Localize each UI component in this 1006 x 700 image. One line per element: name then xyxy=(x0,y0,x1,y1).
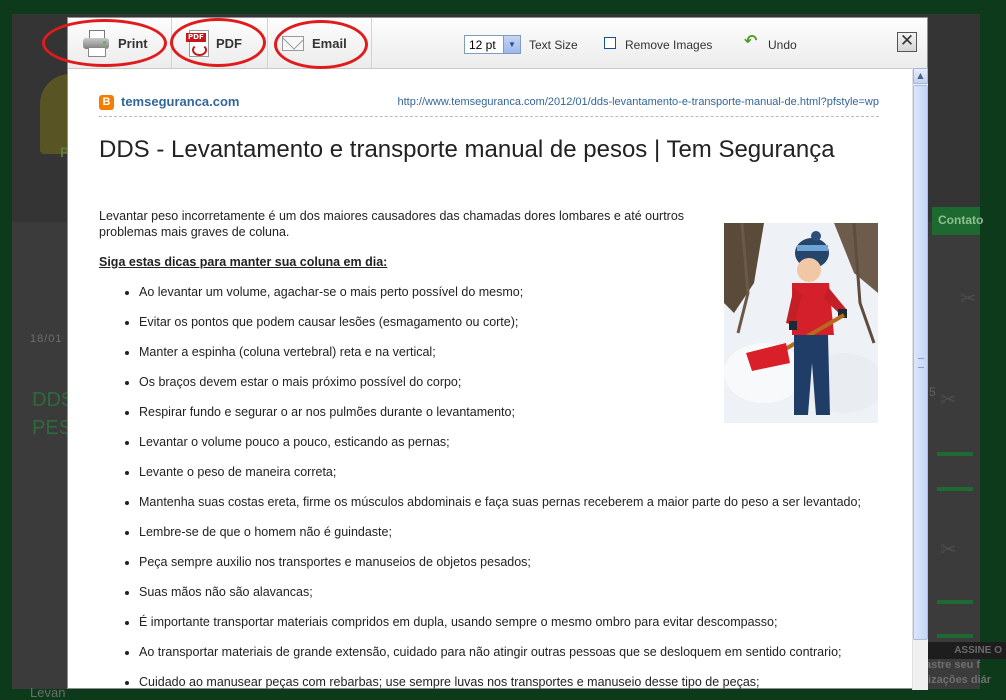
remove-images-checkbox[interactable] xyxy=(604,37,616,49)
blogger-icon: B xyxy=(99,95,114,110)
text-size-label: Text Size xyxy=(529,38,578,52)
list-item: Manter a espinha (coluna vertebral) reta… xyxy=(139,344,879,360)
tools-icon: ✂ xyxy=(960,286,977,310)
pdf-label: PDF xyxy=(216,35,242,51)
undo-label[interactable]: Undo xyxy=(768,38,797,52)
background-nav-label: Contato xyxy=(938,213,984,227)
list-item: Levantar o volume pouco a pouco, estican… xyxy=(139,434,879,450)
text-size-value: 12 pt xyxy=(469,38,496,52)
list-item: Ao levantar um volume, agachar-se o mais… xyxy=(139,284,879,300)
background-nav-contact: Contato xyxy=(932,207,984,235)
list-item: Evitar os pontos que podem causar lesões… xyxy=(139,314,879,330)
tools-icon: ✂ xyxy=(940,537,957,561)
list-item: Os braços devem estar o mais próximo pos… xyxy=(139,374,879,390)
background-divider xyxy=(937,634,973,638)
remove-images-label[interactable]: Remove Images xyxy=(625,38,712,52)
list-item: Respirar fundo e segurar o ar nos pulmõe… xyxy=(139,404,879,420)
article-title: DDS - Levantamento e transporte manual d… xyxy=(99,136,835,163)
content-scrollbar[interactable]: ▲ xyxy=(912,68,928,690)
scroll-up-icon[interactable]: ▲ xyxy=(913,68,928,84)
list-item: Mantenha suas costas ereta, firme os mús… xyxy=(139,494,879,510)
list-item: Lembre-se de que o homem não é guindaste… xyxy=(139,524,879,540)
article-intro: Levantar peso incorretamente é um dos ma… xyxy=(99,209,685,239)
tools-icon: ✂ xyxy=(940,387,957,411)
background-subscribe: ASSINE O xyxy=(923,642,1006,659)
background-divider xyxy=(937,600,973,604)
article-content: B temseguranca.com http://www.temseguran… xyxy=(68,68,912,690)
dialog-toolbar: Print PDF PDF Email 12 pt ▼ Text Size Re… xyxy=(68,18,927,69)
list-item: Ao transportar materiais de grande exten… xyxy=(139,644,879,660)
undo-icon[interactable]: ↶ xyxy=(744,33,762,49)
background-divider xyxy=(937,452,973,456)
print-label: Print xyxy=(118,35,148,51)
list-item: Suas mãos não são alavancas; xyxy=(139,584,879,600)
background-divider xyxy=(937,487,973,491)
list-item: É importante transportar materiais compr… xyxy=(139,614,879,630)
tips-list: Ao levantar um volume, agachar-se o mais… xyxy=(99,284,879,690)
close-button[interactable]: ✕ xyxy=(897,32,917,52)
email-button[interactable]: Email xyxy=(268,18,372,68)
printer-icon xyxy=(82,30,110,57)
email-label: Email xyxy=(312,35,347,51)
envelope-icon xyxy=(282,35,304,51)
background-excerpt: Levan xyxy=(30,685,66,700)
pdf-icon: PDF xyxy=(186,30,209,57)
source-url[interactable]: http://www.temseguranca.com/2012/01/dds-… xyxy=(398,96,880,108)
print-button[interactable]: Print xyxy=(68,18,172,68)
background-count: 5 xyxy=(929,385,936,399)
list-item: Levante o peso de maneira correta; xyxy=(139,464,879,480)
source-row: B temseguranca.com http://www.temseguran… xyxy=(99,92,879,117)
background-date: 18/01 xyxy=(30,333,63,345)
source-name[interactable]: temseguranca.com xyxy=(121,94,240,109)
chevron-down-icon[interactable]: ▼ xyxy=(503,36,520,53)
background-subscribe-text: astre seu f lizações diár xyxy=(925,658,991,688)
background-subscribe-line2: lizações diár xyxy=(925,674,992,686)
article-subheading: Siga estas dicas para manter sua coluna … xyxy=(99,255,388,269)
list-item: Peça sempre auxilio nos transportes e ma… xyxy=(139,554,879,570)
background-subscribe-line1: astre seu f xyxy=(925,659,981,671)
print-friendly-dialog: Print PDF PDF Email 12 pt ▼ Text Size Re… xyxy=(67,17,928,690)
scrollbar-thumb[interactable] xyxy=(913,85,928,640)
text-size-select[interactable]: 12 pt ▼ xyxy=(464,35,521,54)
pdf-button[interactable]: PDF PDF xyxy=(172,18,268,68)
list-item: Cuidado ao manusear peças com rebarbas; … xyxy=(139,674,879,690)
